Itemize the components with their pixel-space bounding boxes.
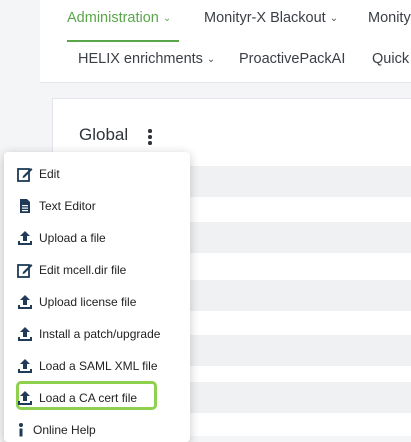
tab-quick[interactable]: Quick <box>372 51 409 67</box>
panel-title: Global <box>79 125 129 144</box>
tab-label: Monity <box>368 10 411 26</box>
kebab-menu-icon[interactable] <box>145 129 155 147</box>
menu-item-label: Upload a file <box>39 231 106 245</box>
tab-label: Administration <box>67 10 159 26</box>
menu-item-edit[interactable]: Edit <box>17 162 60 186</box>
menu-item-load-ca-cert-file[interactable]: Load a CA cert file <box>17 386 137 410</box>
chevron-down-icon: ⌄ <box>206 54 216 65</box>
tab-helix-enrichments[interactable]: HELIX enrichments ⌄ <box>78 51 215 67</box>
tab-label: Monityr-X Blackout <box>204 10 326 26</box>
document-icon <box>17 198 33 214</box>
menu-item-load-saml-xml-file[interactable]: Load a SAML XML file <box>17 354 158 378</box>
tab-label: HELIX enrichments <box>78 51 203 67</box>
menu-item-install-patch-upgrade[interactable]: Install a patch/upgrade <box>17 322 160 346</box>
menu-item-label: Upload license file <box>39 295 137 309</box>
tab-label: ProactivePackAI <box>239 51 346 67</box>
menu-item-label: Install a patch/upgrade <box>39 327 161 341</box>
menu-item-label: Edit mcell.dir file <box>39 263 127 277</box>
chevron-down-icon: ⌄ <box>162 13 172 24</box>
upload-icon <box>17 294 33 310</box>
menu-item-upload-license-file[interactable]: Upload license file <box>17 290 136 314</box>
actions-dropdown-menu: Edit Text Editor Upload a file Edit mcel… <box>4 152 190 442</box>
tab-proactivepackai[interactable]: ProactivePackAI <box>239 51 345 67</box>
info-icon <box>17 422 27 438</box>
active-tab-underline <box>67 40 179 42</box>
upload-icon <box>17 390 33 406</box>
menu-item-text-editor[interactable]: Text Editor <box>17 194 96 218</box>
menu-item-online-help[interactable]: Online Help <box>17 418 96 442</box>
menu-item-label: Text Editor <box>39 199 96 213</box>
tab-monityr-x-blackout[interactable]: Monityr-X Blackout ⌄ <box>204 10 338 26</box>
edit-icon <box>17 262 33 278</box>
upload-icon <box>17 230 33 246</box>
edit-icon <box>17 166 33 182</box>
menu-item-label: Load a CA cert file <box>39 391 138 405</box>
chevron-down-icon: ⌄ <box>329 13 339 24</box>
menu-item-label: Edit <box>39 167 60 181</box>
top-navigation: Administration ⌄ Monityr-X Blackout ⌄ Moni… <box>40 0 411 83</box>
tab-monity[interactable]: Monity <box>368 10 411 26</box>
upload-icon <box>17 326 33 342</box>
upload-icon <box>17 358 33 374</box>
menu-item-label: Load a SAML XML file <box>39 359 158 373</box>
tab-label: Quick <box>372 51 410 67</box>
menu-item-upload-a-file[interactable]: Upload a file <box>17 226 106 250</box>
menu-item-edit-mcell-dir-file[interactable]: Edit mcell.dir file <box>17 258 126 282</box>
tab-administration[interactable]: Administration ⌄ <box>67 10 171 26</box>
